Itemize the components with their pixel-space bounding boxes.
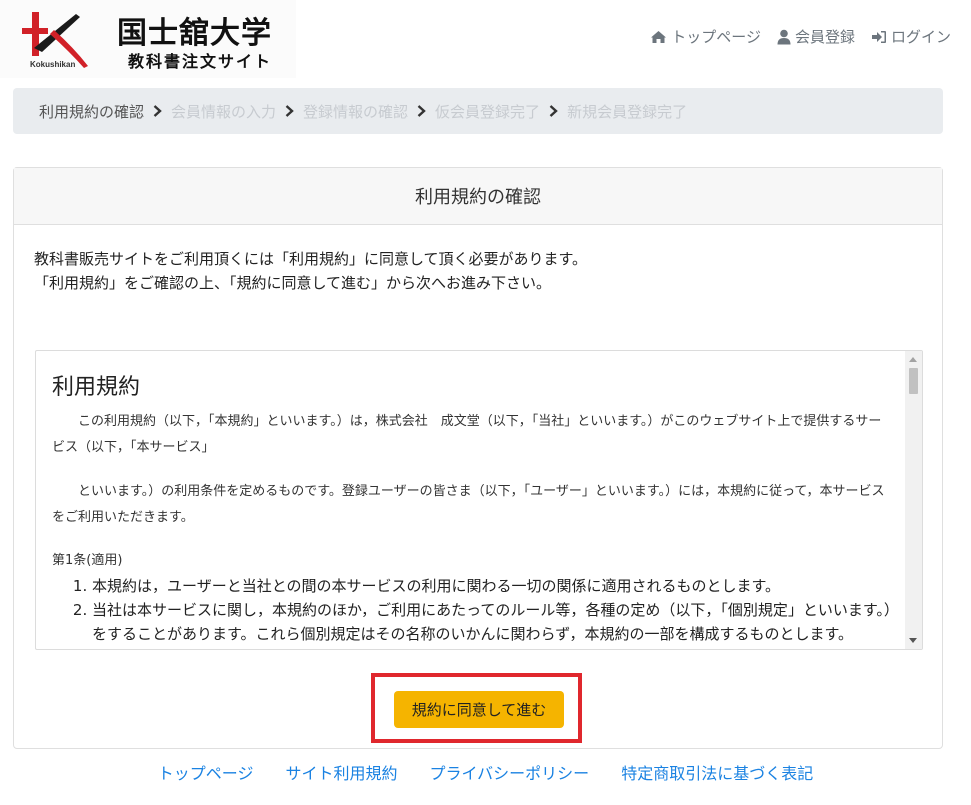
site-footer: トップページ サイト利用規約 プライバシーポリシー 特定商取引法に基づく表記 [0,760,971,784]
home-icon [651,30,667,43]
logo-roman-text: Kokushikan [30,60,76,69]
terms-card: 利用規約の確認 教科書販売サイトをご利用頂くには「利用規約」に同意して頂く必要が… [13,167,943,749]
registration-steps-breadcrumb: 利用規約の確認 会員情報の入力 登録情報の確認 仮会員登録完了 新規会員登録完了 [13,88,943,134]
nav-login[interactable]: ログイン [871,26,951,47]
step-terms-confirmation: 利用規約の確認 [39,102,145,121]
terms-scrollbar[interactable] [905,351,922,649]
chevron-right-icon [285,105,294,117]
nav-register[interactable]: 会員登録 [777,26,855,47]
step-member-info-input: 会員情報の入力 [171,102,277,121]
list-item: 当社は本サービスに関し，本規約のほか，ご利用にあたってのルール等，各種の定め（以… [92,598,892,646]
terms-content: 利用規約 この利用規約（以下，「本規約」といいます。）は，株式会社 成文堂（以下… [52,351,892,646]
footer-link-top-page[interactable]: トップページ [158,760,254,784]
agree-and-continue-button[interactable]: 規約に同意して進む [394,691,564,728]
terms-paragraph-1: この利用規約（以下，「本規約」といいます。）は，株式会社 成文堂（以下，「当社」… [52,414,882,455]
footer-link-commercial-transactions[interactable]: 特定商取引法に基づく表記 [621,760,813,784]
terms-title: 利用規約 [52,375,141,400]
site-subtitle: 教科書注文サイト [128,52,273,71]
nav-login-label: ログイン [890,28,951,46]
article-1-title: 第1条(適用) [52,553,123,568]
chevron-right-icon [417,105,426,117]
site-logo[interactable]: Kokushikan 国士舘大学 教科書注文サイト [0,0,296,78]
intro-text: 教科書販売サイトをご利用頂くには「利用規約」に同意して頂く必要があります。 「利… [34,247,587,295]
article-1-list: 本規約は，ユーザーと当社との間の本サービスの利用に関わる一切の関係に適用されるも… [52,574,892,646]
intro-line-1: 教科書販売サイトをご利用頂くには「利用規約」に同意して頂く必要があります。 [34,250,588,268]
step-registration-review: 登録情報の確認 [303,102,409,121]
card-title: 利用規約の確認 [14,168,942,225]
list-item: 本規約は，ユーザーと当社との間の本サービスの利用に関わる一切の関係に適用されるも… [92,574,892,598]
footer-link-privacy-policy[interactable]: プライバシーポリシー [430,760,590,784]
top-navigation: トップページ 会員登録 ログイン [650,26,951,47]
scroll-down-arrow-icon[interactable] [909,638,917,643]
university-name: 国士舘大学 [117,16,272,51]
terms-scroll-box[interactable]: 利用規約 この利用規約（以下，「本規約」といいます。）は，株式会社 成文堂（以下… [35,350,923,650]
site-header: Kokushikan 国士舘大学 教科書注文サイト トップページ 会員登録 ログ… [0,0,971,78]
intro-line-2: 「利用規約」をご確認の上、「規約に同意して進む」から次へお進み下さい。 [34,274,552,292]
sign-in-icon [871,30,886,43]
user-icon [777,29,791,44]
scrollbar-thumb[interactable] [909,368,918,394]
step-registration-complete: 新規会員登録完了 [567,102,688,121]
step-provisional-complete: 仮会員登録完了 [435,102,541,121]
chevron-right-icon [153,105,162,117]
scroll-up-arrow-icon[interactable] [909,357,917,362]
chevron-right-icon [549,105,558,117]
nav-top-page[interactable]: トップページ [650,26,761,47]
nav-register-label: 会員登録 [794,28,855,46]
footer-link-site-terms[interactable]: サイト利用規約 [285,760,397,784]
nav-top-page-label: トップページ [671,28,761,46]
terms-paragraph-2: といいます。）の利用条件を定めるものです。登録ユーザーの皆さま（以下，「ユーザー… [52,484,885,525]
